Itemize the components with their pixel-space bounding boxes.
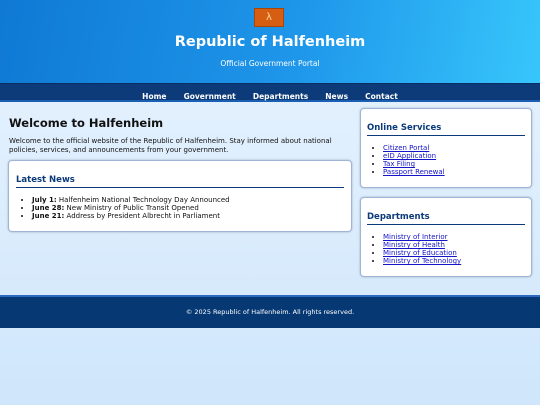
ministry-interior-link[interactable]: Ministry of Interior <box>383 233 448 241</box>
news-headline: Address by President Albrecht in Parliam… <box>64 212 220 220</box>
news-date: June 28: <box>32 204 65 212</box>
latest-news-panel: Latest News July 1: Halfenheim National … <box>8 160 352 232</box>
list-item: Passport Renewal <box>383 168 445 176</box>
list-item: Ministry of Interior <box>383 233 461 241</box>
main-nav: Home Government Departments News Contact <box>0 83 540 102</box>
list-item: eID Application <box>383 152 445 160</box>
departments-list: Ministry of Interior Ministry of Health … <box>367 233 461 265</box>
ministry-health-link[interactable]: Ministry of Health <box>383 241 445 249</box>
copyright-text: © 2025 Republic of Halfenheim. All right… <box>185 308 355 316</box>
eid-application-link[interactable]: eID Application <box>383 152 436 160</box>
nav-government[interactable]: Government <box>184 89 236 105</box>
citizen-portal-link[interactable]: Citizen Portal <box>383 144 429 152</box>
news-headline: New Ministry of Public Transit Opened <box>64 204 199 212</box>
site-footer: © 2025 Republic of Halfenheim. All right… <box>0 295 540 328</box>
news-headline: Halfenheim National Technology Day Annou… <box>56 196 230 204</box>
ministry-education-link[interactable]: Ministry of Education <box>383 249 457 257</box>
intro-text: Welcome to the official website of the R… <box>9 137 332 154</box>
news-list: July 1: Halfenheim National Technology D… <box>16 196 230 220</box>
site-title: Republic of Halfenheim <box>174 34 366 50</box>
news-date: July 1: <box>32 196 57 204</box>
list-item: Ministry of Technology <box>383 257 461 265</box>
news-date: June 21: <box>32 212 65 220</box>
departments-heading: Departments <box>367 212 525 225</box>
services-list: Citizen Portal eID Application Tax Filin… <box>367 144 445 176</box>
tax-filing-link[interactable]: Tax Filing <box>383 160 415 168</box>
news-item: July 1: Halfenheim National Technology D… <box>32 196 230 204</box>
nav-news[interactable]: News <box>325 89 348 105</box>
list-item: Citizen Portal <box>383 144 445 152</box>
latest-news-heading: Latest News <box>16 175 344 188</box>
ministry-technology-link[interactable]: Ministry of Technology <box>383 257 461 265</box>
list-item: Tax Filing <box>383 160 445 168</box>
list-item: Ministry of Health <box>383 241 461 249</box>
online-services-panel: Online Services Citizen Portal eID Appli… <box>360 108 532 188</box>
site-header: λ Republic of Halfenheim Official Govern… <box>0 0 540 83</box>
news-item: June 28: New Ministry of Public Transit … <box>32 204 230 212</box>
national-emblem-icon: λ <box>254 8 284 27</box>
site-subtitle: Official Government Portal <box>220 59 320 68</box>
online-services-heading: Online Services <box>367 123 525 136</box>
nav-departments[interactable]: Departments <box>253 89 308 105</box>
passport-renewal-link[interactable]: Passport Renewal <box>383 168 445 176</box>
departments-panel: Departments Ministry of Interior Ministr… <box>360 197 532 277</box>
page-title: Welcome to Halfenheim <box>9 116 164 130</box>
list-item: Ministry of Education <box>383 249 461 257</box>
nav-contact[interactable]: Contact <box>365 89 398 105</box>
nav-home[interactable]: Home <box>142 89 166 105</box>
news-item: June 21: Address by President Albrecht i… <box>32 212 230 220</box>
